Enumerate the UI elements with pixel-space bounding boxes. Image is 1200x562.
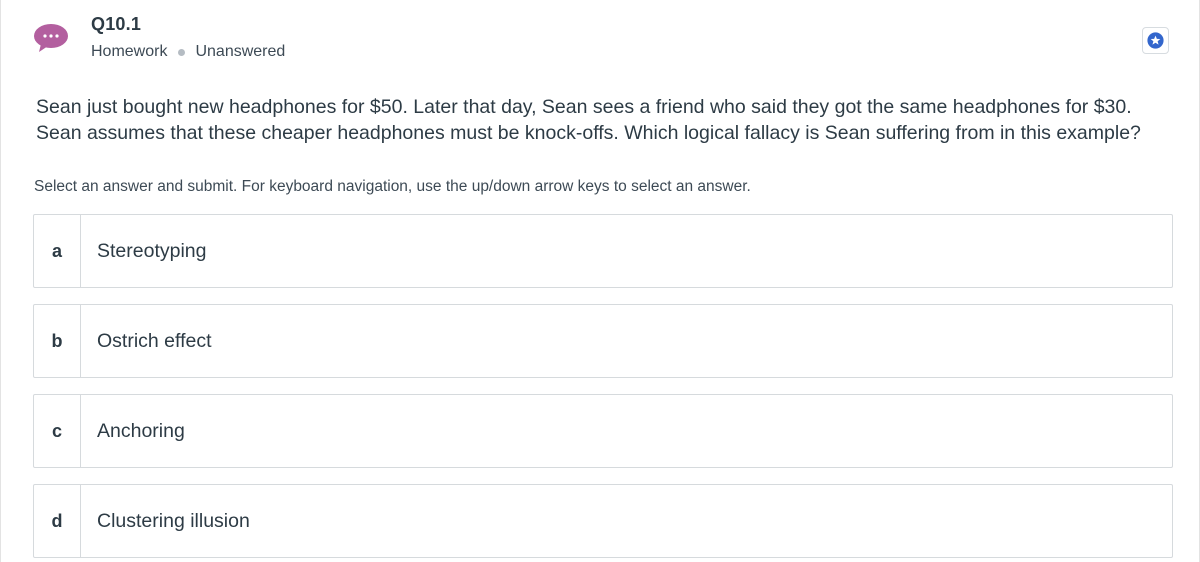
option-letter: d — [34, 485, 81, 557]
question-status: Unanswered — [195, 43, 286, 60]
answer-options: a Stereotyping b Ostrich effect c Anchor… — [33, 214, 1173, 562]
answer-option-d[interactable]: d Clustering illusion — [33, 484, 1173, 558]
question-title: Q10.1 — [91, 14, 142, 34]
answer-option-b[interactable]: b Ostrich effect — [33, 304, 1173, 378]
option-text: Ostrich effect — [97, 329, 212, 352]
option-letter: a — [34, 215, 81, 287]
question-text: Sean just bought new headphones for $50.… — [36, 96, 1141, 144]
question-meta: Homework Unanswered — [91, 43, 285, 61]
option-text: Stereotyping — [97, 239, 207, 262]
question-type: Homework — [91, 43, 168, 60]
instructions-text: Select an answer and submit. For keyboar… — [34, 178, 751, 195]
option-letter: b — [34, 305, 81, 377]
question-page: Q10.1 Homework Unanswered Sean just boug… — [0, 0, 1200, 562]
answer-option-c[interactable]: c Anchoring — [33, 394, 1173, 468]
option-text: Anchoring — [97, 419, 185, 442]
option-letter: c — [34, 395, 81, 467]
more-dots-icon[interactable] — [33, 23, 69, 53]
option-text: Clustering illusion — [97, 509, 250, 532]
star-button[interactable] — [1142, 27, 1169, 54]
star-icon — [1147, 32, 1164, 49]
question-header: Q10.1 Homework Unanswered — [33, 12, 1199, 72]
answer-option-a[interactable]: a Stereotyping — [33, 214, 1173, 288]
separator-dot-icon — [178, 48, 186, 56]
